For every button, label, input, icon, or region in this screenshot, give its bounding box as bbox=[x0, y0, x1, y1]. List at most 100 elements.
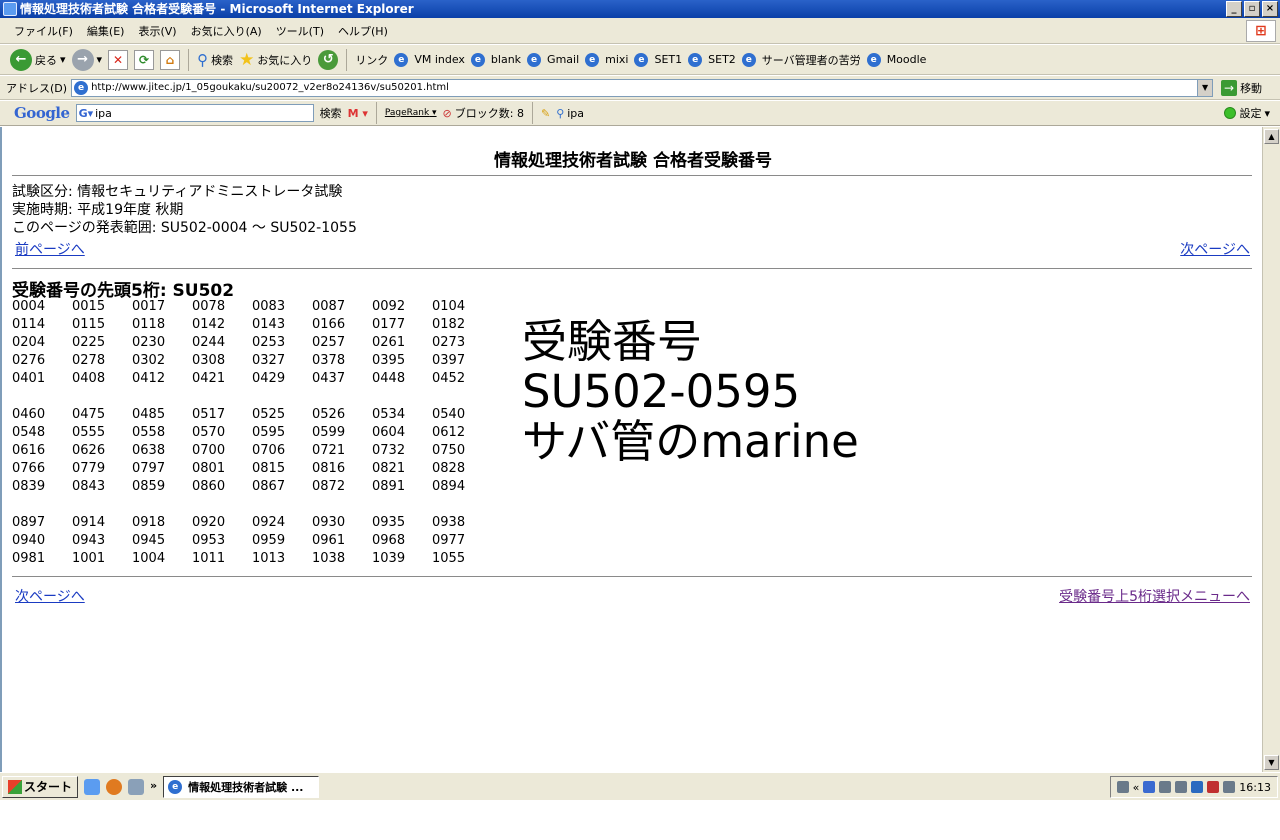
exam-number: 0448 bbox=[372, 371, 406, 386]
menu-tools[interactable]: ツール(T) bbox=[276, 23, 324, 39]
exam-number: 0935 bbox=[372, 515, 406, 530]
google-toolbar: Google G▾ ipa 検索 M ▾ PageRank ▾ ⊘ ブロック数:… bbox=[0, 101, 1280, 126]
ie-page-icon: e bbox=[74, 80, 89, 95]
clock: 16:13 bbox=[1239, 780, 1271, 794]
exam-number: 0867 bbox=[252, 479, 286, 494]
windows-flag-icon bbox=[8, 779, 22, 794]
google-logo-text: Google bbox=[14, 104, 70, 122]
history-icon[interactable]: ↺ bbox=[318, 49, 339, 70]
menu-view[interactable]: 表示(V) bbox=[138, 23, 176, 39]
scroll-up-icon[interactable]: ▲ bbox=[1264, 129, 1279, 144]
address-dropdown-icon[interactable]: ▼ bbox=[1197, 79, 1213, 96]
security-icon[interactable] bbox=[1207, 781, 1220, 793]
link-blank[interactable]: e blank bbox=[470, 52, 521, 67]
pagerank-label: PageRank bbox=[384, 108, 430, 118]
overlay-line-1: 受験番号 bbox=[522, 315, 703, 368]
exam-number: 1001 bbox=[72, 551, 106, 566]
back-button[interactable]: ← 戻る ▾ bbox=[10, 48, 66, 71]
ie-page-icon: e bbox=[741, 52, 756, 67]
vertical-scrollbar[interactable]: ▲ ▼ bbox=[1262, 127, 1280, 772]
forward-button[interactable]: → ▾ bbox=[71, 48, 103, 71]
pen-icon[interactable] bbox=[1191, 781, 1204, 793]
number-block-3: 0897 0914 0918 0920 0924 0930 0935 0938 0940 0943… bbox=[12, 514, 492, 568]
search-icon: ⚲ bbox=[197, 50, 209, 69]
exam-number: 0961 bbox=[312, 533, 346, 548]
home-icon[interactable]: ⌂ bbox=[160, 49, 181, 70]
gmail-icon[interactable]: M ▾ bbox=[348, 107, 368, 120]
exam-number: 0182 bbox=[432, 317, 466, 332]
search-word-button[interactable]: ⚲ ipa bbox=[556, 107, 584, 120]
prefix-menu-link[interactable]: 受験番号上5桁選択メニューへ bbox=[1059, 586, 1250, 606]
exam-number: 0534 bbox=[372, 407, 406, 422]
close-button[interactable]: × bbox=[1262, 1, 1278, 17]
address-input[interactable]: e http://www.jitec.jp/1_05goukaku/su2007… bbox=[71, 78, 1214, 97]
keyboard-icon[interactable] bbox=[1116, 781, 1129, 793]
google-logo[interactable]: Google bbox=[14, 104, 70, 122]
next-page-link-top[interactable]: 次ページへ bbox=[1180, 239, 1250, 259]
google-search-button[interactable]: 検索 bbox=[320, 105, 342, 121]
pagerank-indicator[interactable]: PageRank ▾ bbox=[385, 108, 437, 118]
search-button[interactable]: ⚲ 検索 bbox=[197, 51, 233, 69]
toolbar-separator bbox=[375, 102, 377, 124]
ie-quicklaunch-icon[interactable] bbox=[84, 778, 101, 795]
menu-file[interactable]: ファイル(F) bbox=[14, 23, 73, 39]
exam-number: 0166 bbox=[312, 317, 346, 332]
exam-number: 0918 bbox=[132, 515, 166, 530]
divider bbox=[12, 268, 1252, 269]
exam-number: 0945 bbox=[132, 533, 166, 548]
exam-number: 0626 bbox=[72, 443, 106, 458]
restore-button[interactable]: ▫ bbox=[1244, 1, 1260, 17]
menu-edit[interactable]: 編集(E) bbox=[87, 23, 125, 39]
exam-number: 0004 bbox=[12, 299, 46, 314]
exam-number: 0276 bbox=[12, 353, 46, 368]
firefox-icon[interactable] bbox=[106, 778, 123, 795]
link-set2[interactable]: e SET2 bbox=[688, 52, 736, 67]
link-moodle[interactable]: e Moodle bbox=[866, 52, 926, 67]
favorites-button[interactable]: ★ お気に入り bbox=[239, 50, 312, 70]
back-dropdown-icon[interactable]: ▾ bbox=[60, 53, 66, 66]
forward-dropdown-icon[interactable]: ▾ bbox=[97, 53, 103, 66]
quicklaunch-chevron[interactable]: » bbox=[150, 779, 157, 795]
highlighter-icon[interactable]: ✎ bbox=[541, 107, 550, 120]
exam-number: 0408 bbox=[72, 371, 106, 386]
exam-number: 0230 bbox=[132, 335, 166, 350]
exam-number: 0779 bbox=[72, 461, 106, 476]
minimize-button[interactable]: _ bbox=[1226, 1, 1242, 17]
google-search-input[interactable]: G▾ ipa bbox=[75, 104, 314, 122]
link-server-admin[interactable]: e サーバ管理者の苦労 bbox=[741, 52, 861, 68]
link-label: Gmail bbox=[547, 53, 580, 66]
menu-bar: ファイル(F) 編集(E) 表示(V) お気に入り(A) ツール(T) ヘルプ(… bbox=[0, 18, 1280, 44]
settings-button[interactable]: 設定 ▾ bbox=[1224, 105, 1270, 121]
start-button[interactable]: スタート bbox=[2, 775, 79, 798]
links-label: リンク bbox=[355, 53, 389, 67]
status-dot-icon bbox=[1224, 107, 1237, 119]
link-gmail[interactable]: e Gmail bbox=[527, 52, 580, 67]
next-page-link-bottom[interactable]: 次ページへ bbox=[15, 586, 85, 606]
link-set1[interactable]: e SET1 bbox=[634, 52, 682, 67]
scroll-down-icon[interactable]: ▼ bbox=[1264, 755, 1279, 770]
wireless-icon[interactable] bbox=[1223, 781, 1236, 793]
back-arrow-icon: ← bbox=[10, 48, 32, 71]
drive-icon[interactable] bbox=[1159, 781, 1172, 793]
taskbar-ie-window[interactable]: e 情報処理技術者試験 ... bbox=[163, 775, 320, 798]
refresh-icon[interactable]: ⟳ bbox=[134, 49, 155, 70]
link-mixi[interactable]: e mixi bbox=[585, 52, 628, 67]
exam-number: 0599 bbox=[312, 425, 346, 440]
menu-help[interactable]: ヘルプ(H) bbox=[338, 23, 388, 39]
link-vm-index[interactable]: e VM index bbox=[394, 52, 465, 67]
popup-blocker[interactable]: ⊘ ブロック数: 8 bbox=[443, 105, 524, 121]
exam-number: 0914 bbox=[72, 515, 106, 530]
exam-number: 0017 bbox=[132, 299, 166, 314]
forward-arrow-icon: → bbox=[71, 48, 94, 71]
prev-page-link[interactable]: 前ページへ bbox=[15, 239, 85, 259]
annotation-overlay: 受験番号 SU502-0595 サバ管のmarine bbox=[522, 317, 859, 467]
exam-number: 0977 bbox=[432, 533, 466, 548]
exam-number: 0401 bbox=[12, 371, 46, 386]
tray-chevron[interactable]: « bbox=[1133, 781, 1140, 794]
monitor-icon[interactable] bbox=[1175, 781, 1188, 793]
stop-icon[interactable]: ✕ bbox=[108, 49, 129, 70]
go-button[interactable]: → 移動 bbox=[1221, 79, 1262, 96]
menu-favorites[interactable]: お気に入り(A) bbox=[191, 23, 262, 39]
network-icon[interactable] bbox=[1143, 781, 1156, 793]
desktop-icon[interactable] bbox=[128, 778, 145, 795]
